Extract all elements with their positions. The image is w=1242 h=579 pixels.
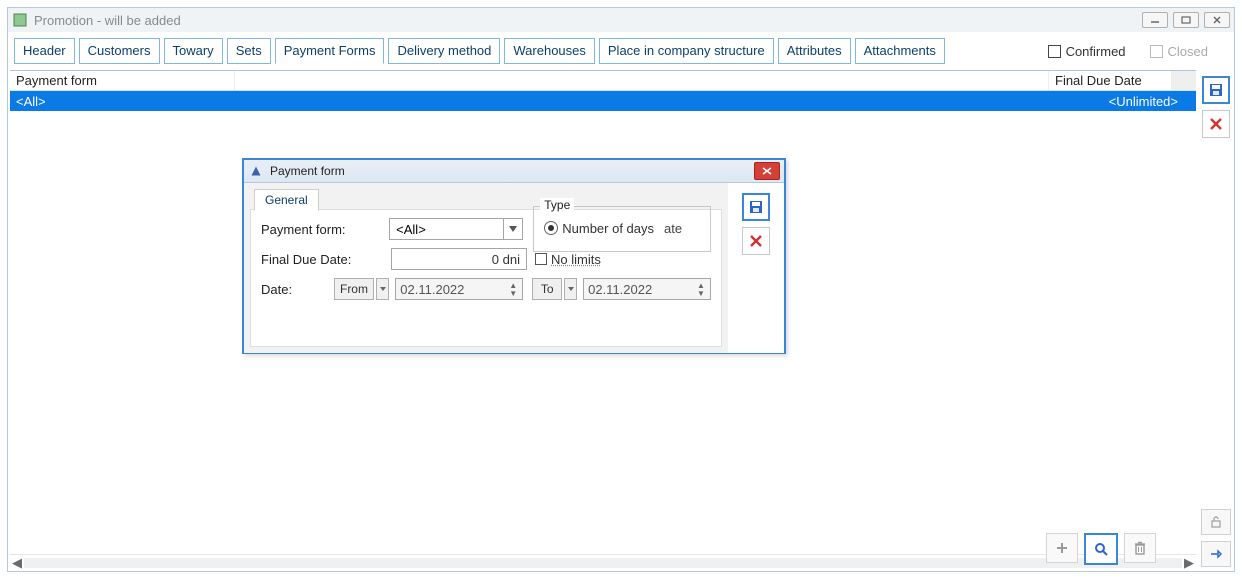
dialog-right-toolbar	[728, 183, 784, 353]
table-row[interactable]: <All> <Unlimited>	[10, 91, 1196, 111]
cancel-button[interactable]	[1202, 110, 1230, 138]
date-to-input[interactable]: 02.11.2022 ▲▼	[583, 278, 711, 300]
radio-icon	[544, 221, 558, 235]
dialog-icon	[248, 163, 264, 179]
checkbox-icon	[1048, 45, 1061, 58]
type-fieldset: Type Number of days ate	[533, 206, 711, 252]
tab-company-structure[interactable]: Place in company structure	[599, 38, 774, 64]
dialog-save-button[interactable]	[742, 193, 770, 221]
dialog-form: Payment form: <All> Type Number of days …	[250, 209, 722, 347]
date-from-spinner[interactable]: ▲▼	[508, 281, 518, 297]
scroll-right-icon[interactable]: ▶	[1182, 556, 1196, 570]
titlebar: Promotion - will be added	[8, 8, 1234, 32]
closed-label: Closed	[1168, 44, 1208, 59]
window-title: Promotion - will be added	[34, 13, 1142, 28]
date-from-button[interactable]: From	[334, 278, 375, 300]
tab-header[interactable]: Header	[14, 38, 75, 64]
date-from-dropdown[interactable]	[376, 278, 389, 300]
delete-button[interactable]	[1124, 533, 1156, 563]
no-limits-label: No limits	[551, 252, 601, 267]
tab-delivery-method[interactable]: Delivery method	[388, 38, 500, 64]
maximize-button[interactable]	[1173, 12, 1199, 28]
cell-payment-form: <All>	[10, 94, 235, 109]
date-from-input[interactable]: 02.11.2022 ▲▼	[395, 278, 523, 300]
date-from-value: 02.11.2022	[400, 282, 508, 297]
date-to-button[interactable]: To	[532, 278, 562, 300]
tab-sets[interactable]: Sets	[227, 38, 271, 64]
column-header-payment-form[interactable]: Payment form	[10, 71, 235, 90]
radio-label: Number of days	[562, 221, 654, 236]
confirmed-label: Confirmed	[1066, 44, 1126, 59]
dialog-titlebar: Payment form	[244, 160, 784, 183]
dialog-close-button[interactable]	[754, 162, 780, 180]
tabstrip: Header Customers Towary Sets Payment For…	[8, 32, 1234, 70]
tab-payment-forms[interactable]: Payment Forms	[275, 38, 385, 64]
final-due-date-label: Final Due Date:	[261, 252, 391, 267]
vertical-scrollbar[interactable]	[1172, 71, 1196, 90]
payment-form-value: <All>	[390, 222, 503, 237]
date-to-spinner[interactable]: ▲▼	[696, 281, 706, 297]
horizontal-scrollbar[interactable]: ◀ ▶	[10, 554, 1196, 571]
checkbox-icon	[535, 253, 547, 265]
checkbox-icon	[1150, 45, 1163, 58]
cell-final-due-date: <Unlimited>	[1062, 94, 1184, 109]
search-button[interactable]	[1084, 533, 1118, 565]
type-legend: Type	[540, 198, 574, 212]
dialog-title: Payment form	[270, 164, 754, 178]
tab-towary[interactable]: Towary	[164, 38, 223, 64]
dialog-cancel-button[interactable]	[742, 227, 770, 255]
radio-label-trail: ate	[664, 221, 682, 236]
app-icon	[12, 12, 28, 28]
column-header-final-due-date[interactable]: Final Due Date	[1049, 71, 1172, 90]
lock-button[interactable]	[1201, 509, 1231, 535]
right-toolbar	[1198, 70, 1234, 571]
radio-number-of-days[interactable]: Number of days ate	[544, 221, 682, 236]
confirmed-checkbox[interactable]: Confirmed	[1048, 44, 1126, 59]
tab-customers[interactable]: Customers	[79, 38, 160, 64]
tab-warehouses[interactable]: Warehouses	[504, 38, 595, 64]
scroll-left-icon[interactable]: ◀	[10, 556, 24, 570]
payment-form-dialog: Payment form General Payment form: <All>	[242, 158, 786, 354]
tab-attributes[interactable]: Attributes	[778, 38, 851, 64]
date-to-dropdown[interactable]	[564, 278, 577, 300]
add-button[interactable]	[1046, 533, 1078, 563]
dialog-tab-general[interactable]: General	[254, 189, 319, 211]
payment-form-combo[interactable]: <All>	[389, 218, 523, 240]
pin-button[interactable]	[1201, 541, 1231, 567]
chevron-down-icon	[503, 219, 522, 239]
minimize-button[interactable]	[1142, 12, 1168, 28]
date-to-value: 02.11.2022	[588, 282, 696, 297]
date-label: Date:	[261, 282, 334, 297]
close-button[interactable]	[1204, 12, 1230, 28]
closed-checkbox: Closed	[1150, 44, 1208, 59]
no-limits-checkbox[interactable]: No limits	[535, 252, 601, 267]
save-button[interactable]	[1202, 76, 1230, 104]
tab-attachments[interactable]: Attachments	[855, 38, 945, 64]
payment-form-label: Payment form:	[261, 222, 389, 237]
final-due-date-input[interactable]: 0 dni	[391, 248, 527, 270]
